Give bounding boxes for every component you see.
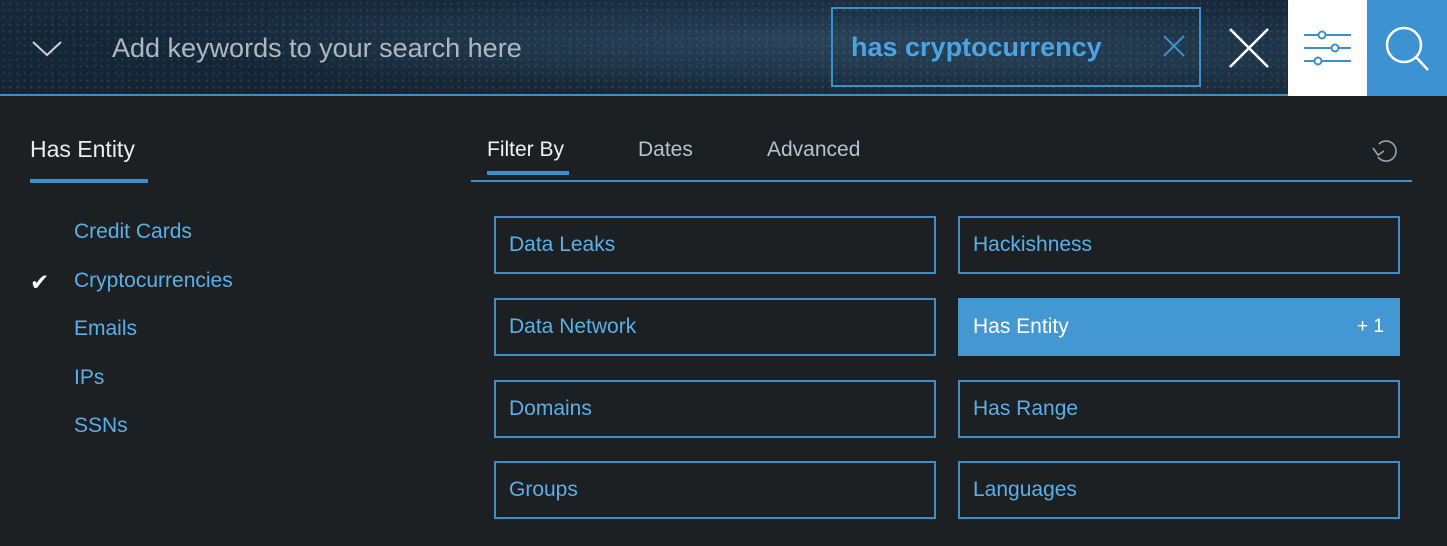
entity-panel-title: Has Entity xyxy=(30,136,135,162)
chevron-down-icon[interactable] xyxy=(28,30,66,66)
filter-data-leaks[interactable]: Data Leaks xyxy=(494,216,936,274)
filter-hackishness[interactable]: Hackishness xyxy=(958,216,1400,274)
tab-filter-by[interactable]: Filter By xyxy=(487,138,564,162)
sliders-icon xyxy=(1304,30,1351,66)
entity-item-ssns[interactable]: SSNs xyxy=(30,412,233,461)
filter-has-entity[interactable]: Has Entity + 1 xyxy=(958,298,1400,356)
filter-label: Hackishness xyxy=(973,233,1093,256)
search-icon xyxy=(1385,26,1429,71)
search-button[interactable] xyxy=(1367,0,1447,96)
tab-dates[interactable]: Dates xyxy=(638,138,693,162)
filters-toggle-button[interactable] xyxy=(1288,0,1367,96)
entity-panel-underline xyxy=(30,179,148,183)
entity-item-label: IPs xyxy=(74,365,105,389)
entity-item-credit-cards[interactable]: Credit Cards xyxy=(30,218,233,267)
entity-item-label: SSNs xyxy=(74,414,128,437)
filter-data-network[interactable]: Data Network xyxy=(494,298,936,356)
filter-label: Data Leaks xyxy=(509,233,616,256)
close-icon[interactable] xyxy=(1161,33,1187,59)
entity-item-cryptocurrencies[interactable]: ✔ Cryptocurrencies xyxy=(30,267,233,316)
checkmark-icon: ✔ xyxy=(30,268,50,295)
entity-item-ips[interactable]: IPs xyxy=(30,364,233,413)
search-tag-label: has cryptocurrency xyxy=(851,31,1102,62)
tabs-divider xyxy=(471,180,1412,182)
filter-label: Data Network xyxy=(509,315,637,338)
filter-label: Has Range xyxy=(973,397,1079,420)
filter-count-badge: + 1 xyxy=(1357,316,1384,337)
filter-domains[interactable]: Domains xyxy=(494,380,936,438)
filter-groups[interactable]: Groups xyxy=(494,461,936,519)
filter-label: Domains xyxy=(509,397,592,420)
active-tab-indicator xyxy=(487,171,569,175)
entity-item-label: Emails xyxy=(74,317,138,340)
filter-label: Groups xyxy=(509,478,578,501)
search-tag[interactable]: has cryptocurrency xyxy=(831,7,1201,87)
entity-item-emails[interactable]: Emails xyxy=(30,315,233,364)
entity-list: Credit Cards ✔ Cryptocurrencies Emails I… xyxy=(30,218,233,461)
search-bar: has cryptocurrency xyxy=(0,0,1447,96)
filter-label: Has Entity xyxy=(973,315,1069,338)
filter-languages[interactable]: Languages xyxy=(958,461,1400,519)
undo-icon[interactable] xyxy=(1370,136,1400,166)
tab-advanced[interactable]: Advanced xyxy=(767,138,860,162)
close-icon[interactable] xyxy=(1226,25,1272,71)
filter-has-range[interactable]: Has Range xyxy=(958,380,1400,438)
entity-item-label: Cryptocurrencies xyxy=(74,268,233,292)
search-input[interactable] xyxy=(92,20,812,76)
filter-label: Languages xyxy=(973,478,1077,501)
entity-item-label: Credit Cards xyxy=(74,220,192,243)
